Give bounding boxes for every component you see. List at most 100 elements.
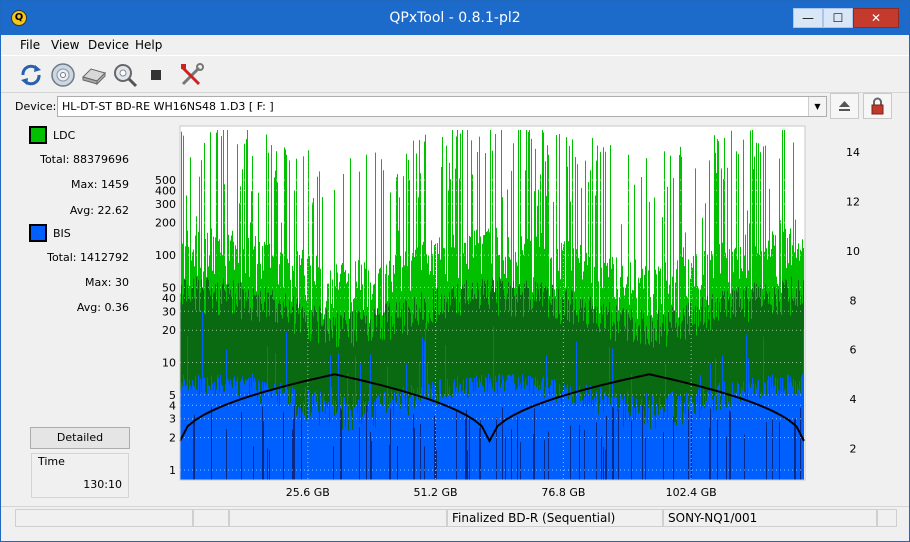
bis-bar: [692, 402, 693, 480]
bis-bar: [638, 413, 639, 480]
bis-bar: [238, 395, 239, 480]
bis-bar: [529, 391, 530, 480]
bis-bar: [735, 392, 736, 480]
resize-grip[interactable]: [877, 509, 897, 527]
bis-bar: [343, 397, 344, 480]
y-right-tick-label: 4: [850, 393, 857, 406]
bis-bar: [783, 392, 784, 480]
bis-bar: [501, 383, 502, 480]
bis-bar: [197, 391, 198, 480]
y-left-tick-label: 20: [162, 324, 176, 337]
bis-bar: [313, 406, 314, 480]
bis-bar: [571, 393, 572, 480]
stop-icon[interactable]: [143, 62, 169, 88]
bis-dip-bar: [301, 405, 302, 480]
bis-bar: [633, 420, 634, 480]
bis-bar: [556, 402, 557, 480]
bis-bar: [394, 392, 395, 480]
bis-dip-bar: [469, 416, 470, 480]
bis-bar: [498, 375, 499, 480]
bis-bar: [781, 391, 782, 480]
bis-bar: [699, 417, 700, 480]
stats-panel: LDC Total: 88379696 Max: 1459 Avg: 22.62…: [15, 122, 135, 502]
bis-bar: [375, 427, 376, 480]
bis-bar: [524, 388, 525, 480]
bis-bar: [449, 386, 450, 480]
bis-dip-bar: [772, 418, 773, 480]
bis-bar: [233, 378, 234, 480]
bis-bar: [459, 385, 460, 480]
bis-bar: [222, 385, 223, 480]
drive-icon[interactable]: [81, 62, 107, 88]
bis-bar: [416, 393, 417, 480]
device-select[interactable]: HL-DT-ST BD-RE WH16NS48 1.D3 [ F: ] ▼: [57, 96, 827, 117]
bis-bar: [677, 399, 678, 480]
bis-bar: [594, 396, 595, 480]
bis-bar: [640, 405, 641, 480]
title-bar[interactable]: Q QPxTool - 0.8.1-pl2 — ☐ ✕: [1, 1, 909, 35]
bis-bar: [649, 400, 650, 480]
bis-bar: [728, 401, 729, 480]
window-title: QPxTool - 0.8.1-pl2: [389, 10, 521, 26]
bis-bar: [639, 411, 640, 480]
bis-bar: [437, 395, 438, 480]
menu-view[interactable]: View: [51, 38, 79, 52]
bis-bar: [220, 374, 221, 480]
bis-bar: [500, 387, 501, 480]
bis-bar: [430, 400, 431, 480]
bis-bar: [666, 398, 667, 480]
bis-bar: [385, 393, 386, 480]
bis-bar: [186, 384, 187, 480]
bis-bar: [798, 389, 799, 480]
tools-icon[interactable]: [179, 62, 205, 88]
status-cell-1: [15, 509, 193, 527]
bis-bar: [355, 356, 356, 480]
bis-bar: [504, 390, 505, 480]
refresh-icon[interactable]: [18, 62, 44, 88]
menu-file[interactable]: File: [20, 38, 40, 52]
close-button[interactable]: ✕: [853, 8, 899, 28]
bis-bar: [678, 395, 679, 480]
menu-device[interactable]: Device: [88, 38, 129, 52]
bis-bar: [636, 398, 637, 480]
bis-bar: [274, 383, 275, 480]
bis-bar: [768, 375, 769, 480]
minimize-button[interactable]: —: [793, 8, 823, 28]
bis-bar: [497, 394, 498, 480]
chevron-down-icon[interactable]: ▼: [808, 97, 826, 116]
scan-icon[interactable]: [112, 62, 138, 88]
bis-bar: [377, 396, 378, 480]
bis-bar: [403, 386, 404, 480]
lock-button[interactable]: [863, 93, 892, 119]
bis-dip-bar: [466, 409, 467, 480]
bis-bar: [477, 381, 478, 480]
bis-bar: [236, 381, 237, 480]
bis-avg: Avg: 0.36: [76, 301, 129, 314]
bis-bar: [706, 401, 707, 480]
bis-bar: [685, 414, 686, 480]
bis-bar: [315, 390, 316, 480]
bis-bar: [350, 409, 351, 480]
detailed-button[interactable]: Detailed: [30, 427, 130, 449]
bis-bar: [759, 397, 760, 480]
bis-bar: [399, 396, 400, 480]
bis-dip-bar: [601, 436, 602, 480]
bis-bar: [423, 395, 424, 480]
eject-button[interactable]: [830, 93, 859, 119]
bis-bar: [199, 394, 200, 480]
bis-bar: [617, 411, 618, 480]
bis-bar: [287, 389, 288, 480]
menu-help[interactable]: Help: [135, 38, 162, 52]
bis-bar: [542, 378, 543, 480]
maximize-button[interactable]: ☐: [823, 8, 853, 28]
bis-bar: [518, 377, 519, 480]
device-label: Device:: [15, 100, 57, 113]
bis-bar: [392, 399, 393, 480]
bis-bar: [195, 376, 196, 480]
bis-bar: [592, 399, 593, 480]
y-left-tick-label: 3: [169, 413, 176, 426]
bis-bar: [564, 384, 565, 480]
disc-icon[interactable]: [50, 62, 76, 88]
bis-bar: [461, 392, 462, 480]
bis-bar: [278, 387, 279, 480]
